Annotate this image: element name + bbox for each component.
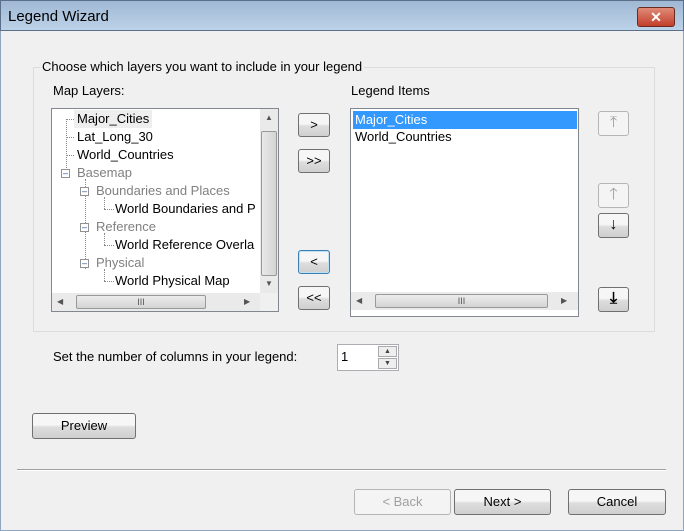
columns-value[interactable]: 1 [341,349,348,364]
vertical-scrollbar[interactable]: ▲ ▼ [260,109,278,293]
scroll-right-icon[interactable]: ▶ [244,297,250,306]
move-down-icon[interactable]: ↓ [598,213,629,238]
tree-item-world-countries[interactable]: World_Countries [77,146,174,164]
remove-button[interactable]: < [298,250,330,274]
tree-item-reference[interactable]: Reference [96,218,156,236]
back-button[interactable]: < Back [354,489,451,515]
legend-items-list[interactable]: Major_Cities World_Countries ◀ III ▶ [350,108,579,317]
tree-item-world-physical-map[interactable]: World Physical Map [115,272,230,290]
spin-down-icon[interactable]: ▼ [378,358,397,369]
legend-items-label: Legend Items [351,83,430,98]
title-bar: Legend Wizard ✕ [0,0,684,31]
cancel-button[interactable]: Cancel [568,489,666,515]
scroll-left-icon[interactable]: ◀ [356,296,362,305]
tree-item-basemap[interactable]: Basemap [77,164,132,182]
scroll-thumb[interactable]: III [375,294,548,308]
tree-item-world-boundaries[interactable]: World Boundaries and P [115,200,256,218]
tree-item-lat-long-30[interactable]: Lat_Long_30 [77,128,153,146]
add-button[interactable]: > [298,113,330,137]
columns-spinner[interactable]: 1 ▲ ▼ [337,344,399,371]
collapse-icon[interactable]: – [80,187,89,196]
legend-item-world-countries[interactable]: World_Countries [355,128,452,146]
next-button[interactable]: Next > [454,489,551,515]
tree-item-physical[interactable]: Physical [96,254,144,272]
horizontal-scrollbar[interactable]: ◀ III ▶ [52,293,260,311]
close-icon[interactable]: ✕ [637,7,675,27]
add-all-button[interactable]: >> [298,149,330,173]
scroll-up-icon[interactable]: ▲ [265,113,273,122]
collapse-icon[interactable]: – [61,169,70,178]
group-label: Choose which layers you want to include … [40,59,365,74]
scroll-down-icon[interactable]: ▼ [265,279,273,288]
scroll-left-icon[interactable]: ◀ [57,297,63,306]
legend-item-major-cities[interactable]: Major_Cities [353,111,577,129]
map-layers-label: Map Layers: [53,83,125,98]
scroll-thumb[interactable]: III [76,295,206,309]
move-top-icon[interactable]: ⤒ [598,111,629,136]
map-layers-tree[interactable]: Major_Cities Lat_Long_30 World_Countries… [51,108,279,312]
tree-item-boundaries-and-places[interactable]: Boundaries and Places [96,182,230,200]
columns-label: Set the number of columns in your legend… [53,349,298,364]
scroll-right-icon[interactable]: ▶ [561,296,567,305]
move-up-icon[interactable]: 🡑 [598,183,629,208]
preview-button[interactable]: Preview [32,413,136,439]
move-bottom-icon[interactable]: ⤓ [598,287,629,312]
remove-all-button[interactable]: << [298,286,330,310]
tree-item-major-cities[interactable]: Major_Cities [74,110,153,128]
horizontal-scrollbar[interactable]: ◀ III ▶ [351,292,578,310]
spin-up-icon[interactable]: ▲ [378,346,397,357]
collapse-icon[interactable]: – [80,223,89,232]
tree-item-world-reference[interactable]: World Reference Overla [115,236,254,254]
scroll-thumb[interactable] [261,131,277,276]
window-title: Legend Wizard [8,8,109,25]
collapse-icon[interactable]: – [80,259,89,268]
divider [17,469,666,471]
